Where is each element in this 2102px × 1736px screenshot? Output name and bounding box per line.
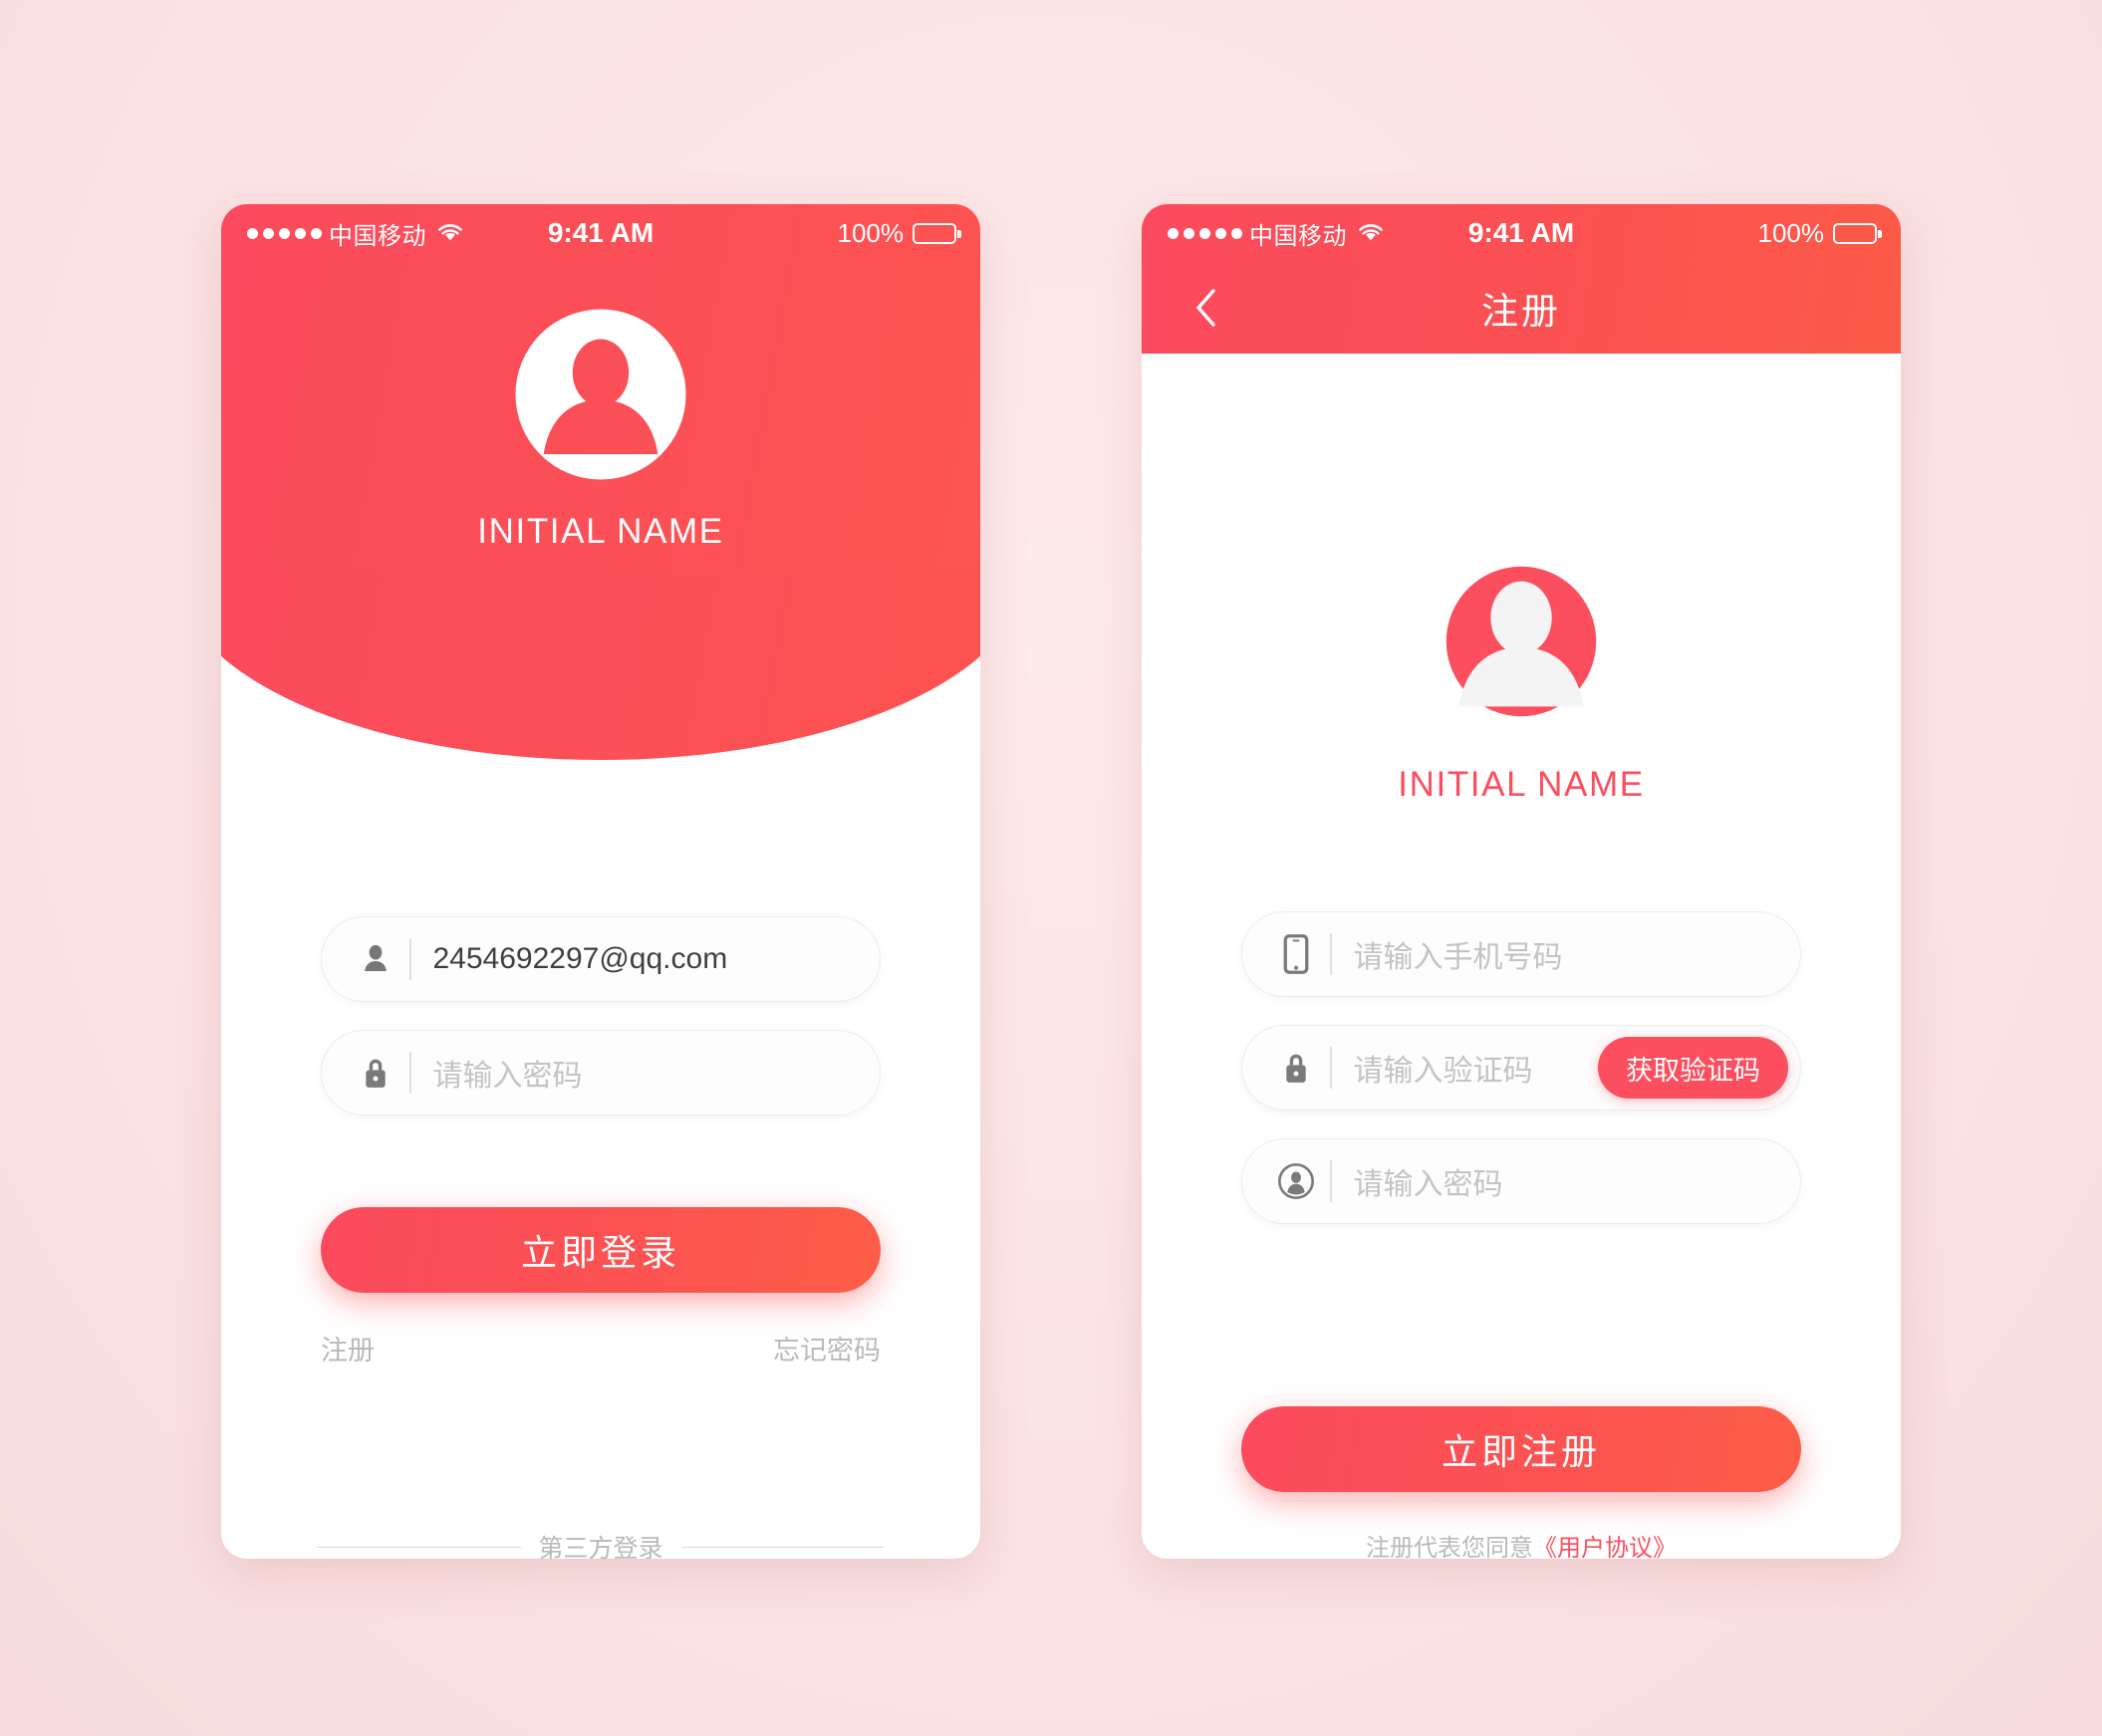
app-mockup-stage: 中国移动 9:41 AM 100% INITIAL NAME 245469229… (0, 0, 2102, 1736)
signup-password-input[interactable]: 请输入密码 (1241, 1138, 1801, 1224)
divider-line-left (317, 1546, 521, 1548)
person-circle-icon (1276, 1162, 1316, 1200)
third-party-label: 第三方登录 (538, 1535, 663, 1559)
signup-button[interactable]: 立即注册 (1241, 1406, 1801, 1492)
account-input-value: 2454692297@qq.com (432, 942, 728, 975)
lock-icon (1276, 1051, 1316, 1085)
battery-icon (1833, 222, 1882, 244)
chevron-left-icon[interactable] (1185, 288, 1225, 328)
third-party-divider: 第三方登录 (317, 1529, 886, 1559)
signup-password-placeholder: 请输入密码 (1353, 1168, 1503, 1201)
user-avatar-icon (1423, 543, 1620, 740)
agreement-prefix: 注册代表您同意 (1366, 1535, 1533, 1559)
user-agreement-link[interactable]: 《用户协议》 (1533, 1535, 1677, 1559)
login-hero-curve (221, 571, 980, 760)
person-icon (356, 942, 395, 976)
status-bar-right: 100% (837, 217, 961, 249)
signup-screen: 中国移动 9:41 AM 100% 注册 INITIAL NAME 请输入手机号… (1142, 204, 1901, 1559)
signup-form: 请输入手机号码 请输入验证码 获取验证码 请输入密码 立即注册 注册代表您同意《… (1142, 911, 1901, 1559)
battery-percent-label: 100% (1757, 217, 1825, 248)
status-bar-right: 100% (1757, 217, 1882, 249)
login-user-name: INITIAL NAME (477, 512, 724, 551)
register-link[interactable]: 注册 (321, 1329, 375, 1367)
signup-avatar-block: INITIAL NAME (1142, 543, 1901, 805)
status-bar: 中国移动 9:41 AM 100% (221, 204, 980, 262)
verification-code-placeholder: 请输入验证码 (1353, 1055, 1533, 1088)
field-divider (409, 938, 411, 980)
field-divider (409, 1052, 411, 1094)
login-button[interactable]: 立即登录 (321, 1207, 881, 1293)
password-input-placeholder: 请输入密码 (432, 1060, 583, 1093)
status-bar: 中国移动 9:41 AM 100% (1142, 204, 1901, 262)
forgot-password-link[interactable]: 忘记密码 (773, 1329, 881, 1367)
user-avatar-icon (510, 304, 691, 485)
third-party-login-section: 第三方登录 (221, 1529, 980, 1559)
agreement-text: 注册代表您同意《用户协议》 (1142, 1528, 1901, 1559)
field-divider (1330, 1160, 1332, 1202)
login-links-row: 注册 忘记密码 (321, 1329, 881, 1367)
password-input[interactable]: 请输入密码 (321, 1030, 881, 1116)
signup-navbar: 注册 (1142, 262, 1901, 354)
verification-code-input[interactable]: 请输入验证码 获取验证码 (1241, 1025, 1801, 1111)
field-divider (1330, 1047, 1332, 1089)
login-form: 2454692297@qq.com 请输入密码 立即登录 注册 忘记密码 (221, 916, 980, 1367)
signup-user-name: INITIAL NAME (1398, 765, 1645, 804)
login-screen: 中国移动 9:41 AM 100% INITIAL NAME 245469229… (221, 204, 980, 1559)
divider-line-right (680, 1546, 886, 1548)
login-avatar-block: INITIAL NAME (221, 304, 980, 552)
get-verification-code-button[interactable]: 获取验证码 (1598, 1037, 1788, 1099)
battery-icon (913, 222, 961, 244)
phone-input[interactable]: 请输入手机号码 (1241, 911, 1801, 997)
account-input[interactable]: 2454692297@qq.com (321, 916, 881, 1002)
phone-input-placeholder: 请输入手机号码 (1353, 941, 1563, 974)
phone-icon (1276, 934, 1316, 974)
field-divider (1330, 933, 1332, 975)
battery-percent-label: 100% (837, 217, 905, 248)
signup-page-title: 注册 (1481, 291, 1561, 332)
lock-icon (356, 1056, 395, 1090)
